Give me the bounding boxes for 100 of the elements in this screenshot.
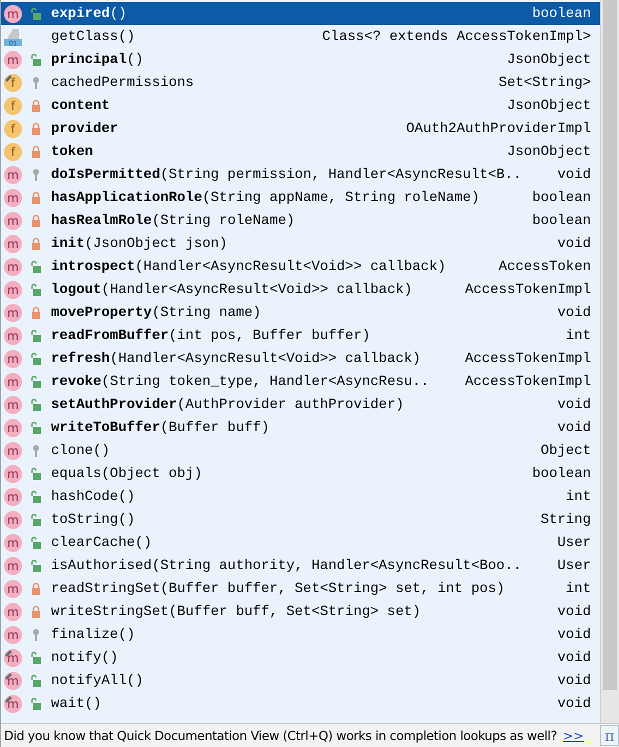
return-type: boolean <box>532 190 591 206</box>
return-type: JsonObject <box>506 52 591 68</box>
method-icon: m <box>3 670 23 690</box>
completion-item[interactable]: m logout(Handler<AsyncResult<Void>> callback) AccessTokenImpl <box>1 278 600 301</box>
more-link[interactable]: >> <box>562 728 584 743</box>
completion-item[interactable]: m principal() JsonObject <box>1 48 600 71</box>
member-signature: revoke(String token_type, Handler<AsyncResu.. <box>51 374 430 390</box>
completion-item[interactable]: m clearCache() User <box>1 531 600 554</box>
method-icon: m <box>3 50 23 70</box>
return-type: void <box>557 650 591 666</box>
return-type: boolean <box>532 6 591 22</box>
member-signature: content <box>51 98 111 114</box>
method-icon: m <box>3 256 23 276</box>
completion-item[interactable]: m refresh(Handler<AsyncResult<Void>> callback) AccessTokenImpl <box>1 347 600 370</box>
scrollbar[interactable] <box>600 0 619 723</box>
completion-item[interactable]: m revoke(String token_type, Handler<AsyncResu.. AccessTokenImpl <box>1 370 600 393</box>
return-type: Set<String> <box>498 74 591 90</box>
member-signature: toString() <box>51 512 136 528</box>
completion-item[interactable]: m notify() void <box>1 646 600 669</box>
completion-item[interactable]: f token JsonObject <box>1 140 600 163</box>
return-type: OAuth2AuthProviderImpl <box>406 120 591 136</box>
return-type: String <box>540 512 591 528</box>
member-signature: notify() <box>51 650 120 666</box>
completion-item[interactable]: m equals(Object obj) boolean <box>1 462 600 485</box>
pi-button[interactable]: π <box>600 725 619 746</box>
member-signature: principal() <box>51 52 144 68</box>
completion-item[interactable]: m hasApplicationRole(String appName, String roleName) boolean <box>1 186 600 209</box>
member-signature: expired() <box>51 6 128 22</box>
completion-item[interactable]: m writeStringSet(Buffer buff, Set<String> set) void <box>1 600 600 623</box>
method-icon: m <box>3 348 23 368</box>
method-icon: m <box>3 164 23 184</box>
method-icon: m <box>3 694 23 714</box>
completion-item[interactable]: m writeToBuffer(Buffer buff) void <box>1 416 600 439</box>
return-type: void <box>557 696 591 712</box>
return-type: void <box>557 396 591 412</box>
field-icon: f <box>3 72 23 92</box>
method-icon: m <box>3 418 23 438</box>
completion-item[interactable]: m notifyAll() void <box>1 669 600 692</box>
completion-item[interactable]: m isAuthorised(String authority, Handler<AsyncResult<Boo.. User <box>1 554 600 577</box>
completion-item[interactable]: m wait() void <box>1 692 600 715</box>
method-icon: m <box>3 210 23 230</box>
completion-item[interactable]: m readStringSet(Buffer buffer, Set<String> set, int pos) int <box>1 577 600 600</box>
member-signature: writeStringSet(Buffer buff, Set<String> set) <box>51 604 422 620</box>
method-icon: m <box>3 532 23 552</box>
member-signature: introspect(Handler<AsyncResult<Void>> callback) <box>51 258 447 274</box>
member-signature: logout(Handler<AsyncResult<Void>> callback) <box>51 282 414 298</box>
return-type: AccessTokenImpl <box>464 282 591 298</box>
completion-item[interactable]: m finalize() void <box>1 623 600 646</box>
return-type: AccessTokenImpl <box>464 374 591 390</box>
method-icon: m <box>3 464 23 484</box>
return-type: boolean <box>532 466 591 482</box>
method-icon: m <box>3 440 23 460</box>
return-type: void <box>557 672 591 688</box>
method-icon: m <box>3 394 23 414</box>
method-icon: m <box>3 602 23 622</box>
return-type: void <box>557 626 591 642</box>
member-signature: readFromBuffer(int pos, Buffer buffer) <box>51 328 372 344</box>
field-icon: f <box>3 96 23 116</box>
return-type: void <box>557 420 591 436</box>
method-icon: m <box>3 234 23 254</box>
member-signature: hashCode() <box>51 488 136 504</box>
completion-item[interactable]: f cachedPermissions Set<String> <box>1 71 600 94</box>
member-signature: clone() <box>51 442 111 458</box>
method-icon: m <box>3 4 23 24</box>
member-signature: setAuthProvider(AuthProvider authProvider) <box>51 396 405 412</box>
member-signature: isAuthorised(String authority, Handler<AsyncResult<Boo.. <box>51 558 522 574</box>
completion-item[interactable]: m init(JsonObject json) void <box>1 232 600 255</box>
method-icon: m <box>3 624 23 644</box>
member-signature: token <box>51 144 94 160</box>
return-type: void <box>557 236 591 252</box>
field-icon: f <box>3 118 23 138</box>
completion-item[interactable]: f provider OAuth2AuthProviderImpl <box>1 117 600 140</box>
member-signature: writeToBuffer(Buffer buff) <box>51 420 270 436</box>
member-signature: equals(Object obj) <box>51 466 204 482</box>
method-icon: m <box>3 648 23 668</box>
completion-item[interactable]: m moveProperty(String name) void <box>1 301 600 324</box>
completion-item[interactable]: m setAuthProvider(AuthProvider authProvider) void <box>1 393 600 416</box>
return-type: void <box>557 166 591 182</box>
method-icon: m <box>3 280 23 300</box>
completion-item[interactable]: m clone() Object <box>1 439 600 462</box>
member-signature: provider <box>51 120 120 136</box>
member-signature: notifyAll() <box>51 672 144 688</box>
completion-item[interactable]: m expired() boolean <box>1 2 600 25</box>
return-type: Object <box>540 442 591 458</box>
completion-item[interactable]: m hashCode() int <box>1 485 600 508</box>
completion-item[interactable]: m toString() String <box>1 508 600 531</box>
completion-item[interactable]: m introspect(Handler<AsyncResult<Void>> callback) AccessToken <box>1 255 600 278</box>
method-icon: m <box>3 188 23 208</box>
member-signature: finalize() <box>51 626 136 642</box>
method-icon: m <box>3 372 23 392</box>
completion-item[interactable]: f content JsonObject <box>1 94 600 117</box>
member-signature: refresh(Handler<AsyncResult<Void>> callback) <box>51 350 422 366</box>
member-signature: readStringSet(Buffer buffer, Set<String> set, int pos) <box>51 580 506 596</box>
completion-item[interactable]: m hasRealmRole(String roleName) boolean <box>1 209 600 232</box>
completion-item[interactable]: m doIsPermitted(String permission, Handler<AsyncResult<B.. void <box>1 163 600 186</box>
completion-item[interactable]: m readFromBuffer(int pos, Buffer buffer) int <box>1 324 600 347</box>
method-icon: m <box>3 326 23 346</box>
return-type: Class<? extends AccessTokenImpl> <box>322 28 591 44</box>
return-type: void <box>557 604 591 620</box>
member-signature: cachedPermissions <box>51 74 195 90</box>
